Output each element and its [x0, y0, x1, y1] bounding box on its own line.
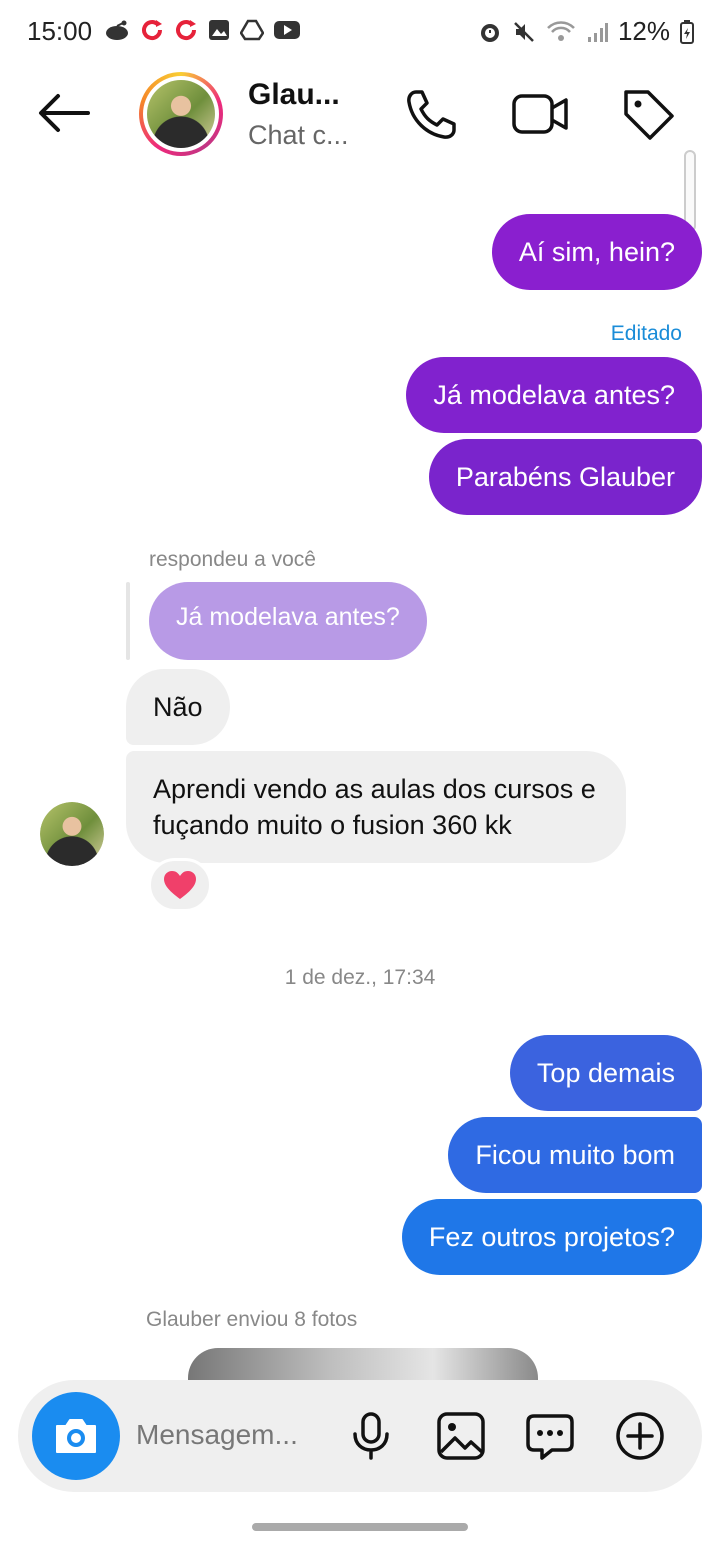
- camera-button[interactable]: [32, 1392, 120, 1480]
- sticker-chat-icon[interactable]: [524, 1410, 576, 1462]
- scrollbar[interactable]: [684, 150, 696, 232]
- reply-indicator: [126, 582, 130, 660]
- microphone-icon[interactable]: [345, 1410, 397, 1462]
- battery-icon: [680, 19, 694, 44]
- message-outgoing[interactable]: Fez outros projetos?: [401, 1199, 702, 1275]
- refresh-icon-2: [176, 20, 197, 40]
- heart-reaction[interactable]: [148, 858, 212, 912]
- contact-subtitle: Chat c...: [248, 120, 349, 150]
- message-line: fuçando muito o fusion 360 kk: [153, 810, 512, 840]
- message-incoming[interactable]: Não: [126, 669, 230, 745]
- camera-icon: [56, 1419, 96, 1453]
- phone-icon[interactable]: [402, 84, 462, 144]
- video-call-icon[interactable]: [510, 84, 570, 144]
- refresh-icon: [142, 20, 163, 40]
- reddit-icon: [106, 20, 128, 40]
- wifi-icon: [547, 20, 575, 41]
- chat-header: Glau... Chat c...: [0, 62, 720, 166]
- message-outgoing[interactable]: Parabéns Glauber: [428, 439, 702, 515]
- back-arrow-icon[interactable]: [36, 90, 92, 136]
- sender-photo: [40, 802, 104, 866]
- notification-icons: [104, 18, 300, 42]
- photos-meta: Glauber enviou 8 fotos: [146, 1308, 358, 1331]
- gallery-icon: [209, 20, 229, 40]
- mute-icon: [514, 21, 534, 42]
- gesture-navigation-bar[interactable]: [252, 1523, 468, 1531]
- sender-avatar[interactable]: [40, 802, 104, 866]
- message-outgoing[interactable]: Já modelava antes?: [406, 357, 702, 433]
- status-time: 15:00: [27, 16, 93, 46]
- signal-icon: [587, 22, 608, 42]
- message-outgoing[interactable]: Aí sim, hein?: [491, 214, 702, 290]
- system-icons: 12%: [478, 16, 694, 47]
- contact-name[interactable]: Glau...: [248, 78, 340, 112]
- edited-label: Editado: [610, 322, 682, 345]
- alarm-icon: [480, 23, 499, 42]
- profile-avatar[interactable]: [139, 72, 223, 156]
- message-timestamp: 1 de dez., 17:34: [284, 966, 436, 989]
- profile-photo: [147, 80, 215, 148]
- add-icon[interactable]: [614, 1410, 666, 1462]
- message-input[interactable]: [136, 1410, 346, 1460]
- youtube-icon: [274, 21, 300, 39]
- gallery-icon[interactable]: [435, 1410, 487, 1462]
- message-outgoing[interactable]: Ficou muito bom: [448, 1117, 702, 1193]
- message-composer: [18, 1380, 702, 1492]
- message-outgoing[interactable]: Top demais: [509, 1035, 702, 1111]
- status-bar: 15:00 12%: [0, 0, 720, 62]
- reply-quote[interactable]: Já modelava antes?: [149, 582, 427, 660]
- heart-icon: [164, 871, 196, 899]
- tag-icon[interactable]: [618, 84, 678, 144]
- message-line: Aprendi vendo as aulas dos cursos e: [153, 774, 596, 804]
- drive-icon: [240, 19, 264, 41]
- message-incoming[interactable]: Aprendi vendo as aulas dos cursos e fuça…: [126, 751, 626, 863]
- battery-percent: 12%: [617, 16, 670, 46]
- reply-meta: respondeu a você: [149, 548, 316, 571]
